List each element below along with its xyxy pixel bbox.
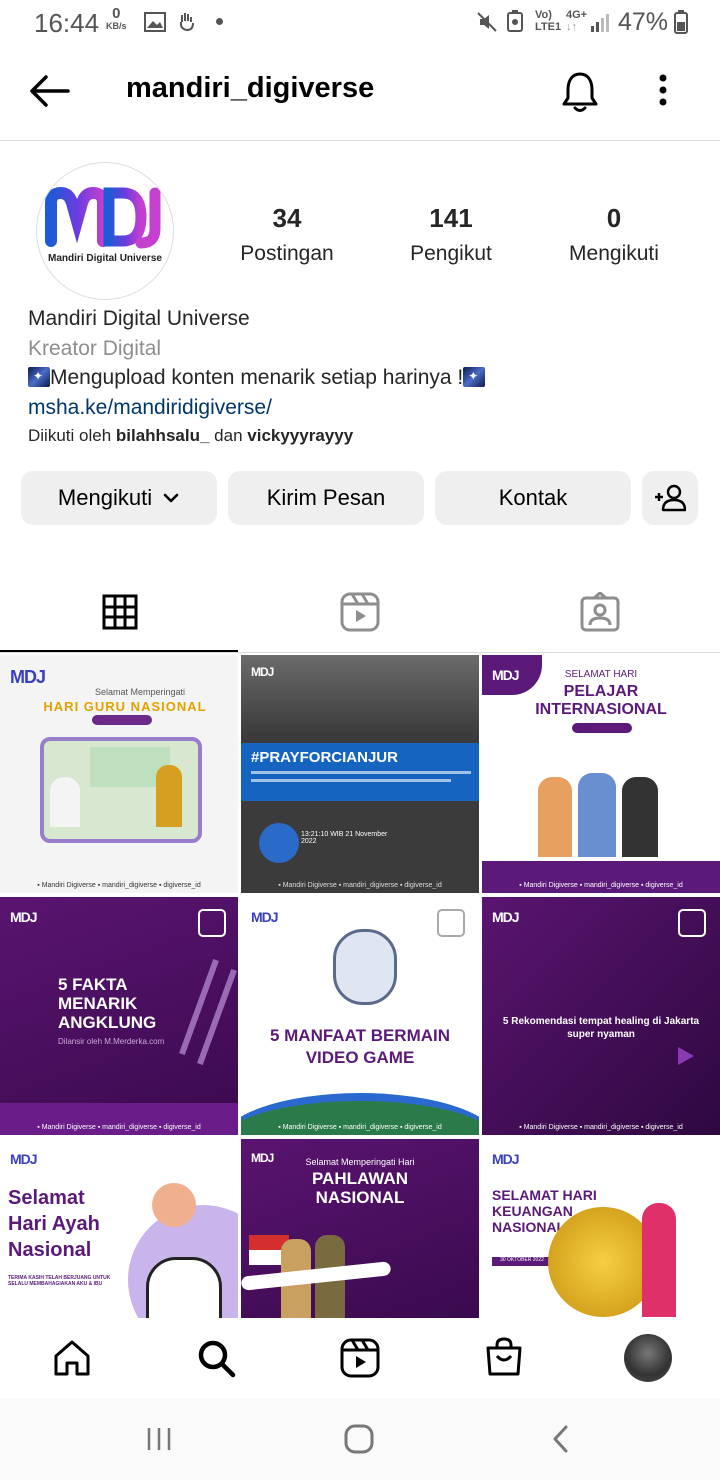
post-thumbnail[interactable]: MDJ #PRAYFORCIANJUR 13:21:10 WIB 21 Nove… bbox=[241, 655, 479, 893]
signal-icon bbox=[591, 14, 609, 32]
status-bar: 16:44 0 KB/s Vo) LTE1 4G+ ↓↑ 47% bbox=[0, 0, 720, 46]
sparkle-emoji-icon bbox=[463, 367, 486, 387]
profile-bio: Mengupload konten menarik setiap harinya… bbox=[28, 366, 486, 390]
profile-avatar-small[interactable] bbox=[624, 1334, 672, 1382]
shop-icon[interactable] bbox=[484, 1336, 524, 1378]
post-thumbnail[interactable]: MDJ 5 Rekomendasi tempat healing di Jaka… bbox=[482, 897, 720, 1135]
profile-header: mandiri_digiverse bbox=[0, 46, 720, 141]
post-thumbnail[interactable]: MDJ 5 MANFAAT BERMAIN VIDEO GAME ▪ Mandi… bbox=[241, 897, 479, 1135]
post-thumbnail[interactable]: MDJ 5 FAKTA MENARIK ANGKLUNG Dilansir ol… bbox=[0, 897, 238, 1135]
stat-followers[interactable]: 141 Pengikut bbox=[376, 203, 526, 266]
add-user-button[interactable] bbox=[642, 471, 698, 525]
active-tab-indicator bbox=[0, 650, 238, 652]
network-speed: 0 KB/s bbox=[106, 5, 127, 31]
notification-dot bbox=[216, 18, 223, 25]
post-thumbnail[interactable]: MDJ Selamat Memperingati Hari PAHLAWAN N… bbox=[241, 1139, 479, 1318]
reels-nav-icon[interactable] bbox=[340, 1338, 380, 1378]
carousel-icon bbox=[678, 909, 706, 937]
mdj-logo bbox=[45, 186, 161, 249]
post-thumbnail[interactable]: MDJ SELAMAT HARI PELAJAR INTERNASIONAL ▪… bbox=[482, 655, 720, 893]
recent-apps-icon[interactable] bbox=[146, 1426, 172, 1452]
stat-following[interactable]: 0 Mengikuti bbox=[539, 203, 689, 266]
search-icon[interactable] bbox=[196, 1338, 236, 1378]
system-navigation bbox=[0, 1398, 720, 1480]
back-button-icon[interactable] bbox=[550, 1424, 570, 1454]
more-options-icon[interactable] bbox=[656, 72, 670, 112]
profile-category: Kreator Digital bbox=[28, 337, 162, 360]
profile-name: Mandiri Digital Universe bbox=[28, 307, 250, 330]
post-thumbnail[interactable]: MDJ Selamat Memperingati HARI GURU NASIO… bbox=[0, 655, 238, 893]
tab-tagged[interactable] bbox=[480, 572, 720, 652]
volte-indicator: Vo) LTE1 bbox=[535, 9, 562, 33]
tab-divider bbox=[0, 652, 720, 653]
battery-saver-icon bbox=[507, 10, 523, 32]
profile-avatar[interactable]: Mandiri Digital Universe bbox=[36, 162, 174, 300]
clock: 16:44 bbox=[34, 8, 100, 38]
astronaut-illustration bbox=[333, 929, 397, 1005]
reels-icon bbox=[340, 592, 380, 632]
tab-reels[interactable] bbox=[240, 572, 480, 652]
tab-grid[interactable] bbox=[0, 572, 240, 652]
hand-icon bbox=[179, 13, 194, 32]
post-thumbnail[interactable]: MDJ SELAMAT HARI KEUANGAN NASIONAL 30 OK… bbox=[482, 1139, 720, 1318]
post-thumbnail[interactable]: MDJ Selamat Hari Ayah Nasional TERIMA KA… bbox=[0, 1139, 238, 1318]
home-button-icon[interactable] bbox=[344, 1424, 374, 1454]
grid-icon bbox=[102, 594, 138, 630]
home-icon[interactable] bbox=[52, 1338, 92, 1378]
followed-by[interactable]: Diikuti oleh bilahhsalu_ dan vickyyyrayy… bbox=[28, 426, 353, 446]
bell-icon[interactable] bbox=[560, 70, 600, 114]
carousel-icon bbox=[198, 909, 226, 937]
battery-icon bbox=[674, 10, 688, 34]
mute-icon bbox=[477, 12, 497, 32]
profile-link[interactable]: msha.ke/mandiridigiverse/ bbox=[28, 396, 272, 420]
battery-percent: 47% bbox=[618, 8, 669, 36]
following-button[interactable]: Mengikuti bbox=[21, 471, 217, 525]
tagged-icon bbox=[580, 592, 620, 632]
back-arrow-icon[interactable] bbox=[28, 74, 70, 108]
add-user-icon bbox=[655, 484, 686, 512]
sparkle-emoji-icon bbox=[28, 367, 50, 387]
post-photo bbox=[40, 737, 202, 843]
contact-button[interactable]: Kontak bbox=[435, 471, 631, 525]
stat-posts[interactable]: 34 Postingan bbox=[212, 203, 362, 266]
network-gen: 4G+ ↓↑ bbox=[566, 9, 588, 33]
carousel-icon bbox=[437, 909, 465, 937]
bottom-navigation bbox=[0, 1318, 720, 1398]
send-message-button[interactable]: Kirim Pesan bbox=[228, 471, 424, 525]
username-title: mandiri_digiverse bbox=[126, 72, 375, 104]
chevron-down-icon bbox=[163, 493, 179, 503]
gallery-icon bbox=[144, 12, 166, 32]
